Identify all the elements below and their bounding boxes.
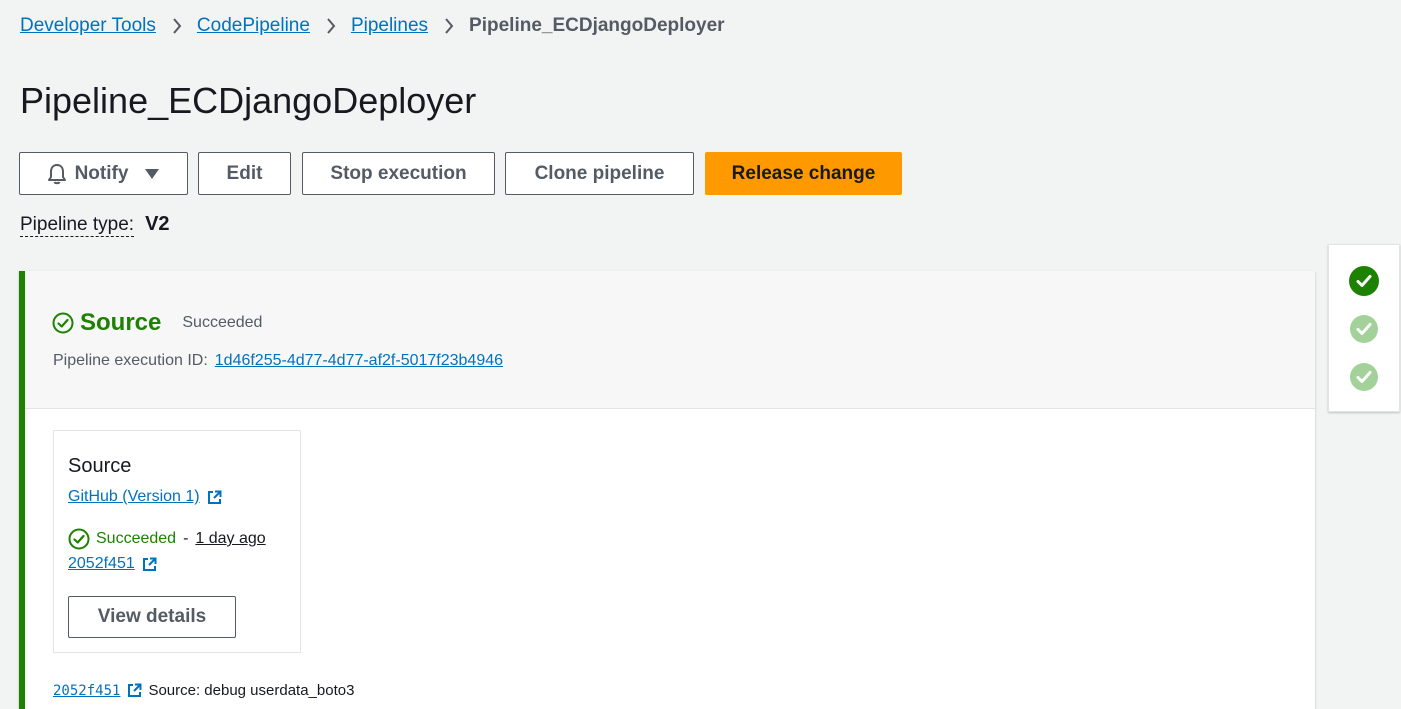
breadcrumb-current: Pipeline_ECDjangoDeployer: [469, 15, 725, 36]
action-title: Source: [68, 455, 132, 477]
external-link-icon[interactable]: [127, 683, 142, 698]
execution-id-row: Pipeline execution ID: 1d46f255-4d77-4d7…: [53, 352, 503, 370]
external-link-icon[interactable]: [142, 557, 157, 572]
stage-header: Source Succeeded Pipeline execution ID: …: [25, 271, 1315, 409]
page-title: Pipeline_ECDjangoDeployer: [20, 80, 477, 121]
pipeline-type-value: V2: [145, 213, 170, 235]
commit-hash-link[interactable]: 2052f451: [53, 683, 120, 699]
caret-down-icon: [144, 168, 160, 180]
execution-id-label: Pipeline execution ID:: [53, 352, 208, 369]
chevron-right-icon: [444, 18, 454, 34]
check-circle-icon: [52, 312, 74, 334]
stage-navigator: [1328, 244, 1400, 412]
source-stage-panel: Source Succeeded Pipeline execution ID: …: [19, 271, 1315, 709]
action-commit: 2052f451: [68, 555, 157, 573]
chevron-right-icon: [326, 18, 336, 34]
stage-status: Succeeded: [182, 314, 263, 331]
stage-name: Source: [80, 309, 162, 336]
chevron-right-icon: [172, 18, 182, 34]
stage-nav-source-icon[interactable]: [1349, 266, 1379, 296]
status-separator: -: [183, 530, 189, 547]
view-details-button[interactable]: View details: [68, 596, 236, 638]
edit-button[interactable]: Edit: [198, 152, 291, 195]
stage-nav-deploy-icon[interactable]: [1349, 362, 1379, 392]
provider-link[interactable]: GitHub (Version 1): [68, 488, 200, 506]
breadcrumb-codepipeline[interactable]: CodePipeline: [197, 15, 310, 37]
action-status: Succeeded: [96, 530, 177, 547]
notify-label: Notify: [74, 162, 129, 184]
notify-button[interactable]: Notify: [19, 152, 188, 195]
pipeline-type: Pipeline type: V2: [20, 213, 170, 237]
bell-icon: [47, 163, 67, 185]
breadcrumb: Developer Tools CodePipeline Pipelines P…: [20, 14, 725, 38]
check-circle-icon: [68, 528, 90, 550]
stop-execution-button[interactable]: Stop execution: [302, 152, 495, 195]
action-status-row: Succeeded - 1 day ago: [68, 528, 266, 550]
stage-nav-build-icon[interactable]: [1349, 314, 1379, 344]
stage-title: Source Succeeded: [52, 309, 262, 337]
clone-pipeline-button[interactable]: Clone pipeline: [505, 152, 694, 195]
breadcrumb-pipelines[interactable]: Pipelines: [351, 15, 428, 37]
action-provider: GitHub (Version 1): [68, 488, 222, 506]
action-time-ago[interactable]: 1 day ago: [195, 530, 265, 548]
release-change-button[interactable]: Release change: [705, 152, 902, 195]
breadcrumb-developer-tools[interactable]: Developer Tools: [20, 15, 156, 37]
stage-commit-line: 2052f451 Source: debug userdata_boto3: [53, 682, 354, 699]
commit-link[interactable]: 2052f451: [68, 555, 135, 573]
execution-id-link[interactable]: 1d46f255-4d77-4d77-af2f-5017f23b4946: [215, 352, 503, 370]
pipeline-type-label[interactable]: Pipeline type:: [20, 214, 135, 237]
source-action-card: Source GitHub (Version 1) Succeeded - 1 …: [53, 430, 301, 653]
commit-message: Source: debug userdata_boto3: [148, 682, 355, 699]
external-link-icon[interactable]: [207, 490, 222, 505]
